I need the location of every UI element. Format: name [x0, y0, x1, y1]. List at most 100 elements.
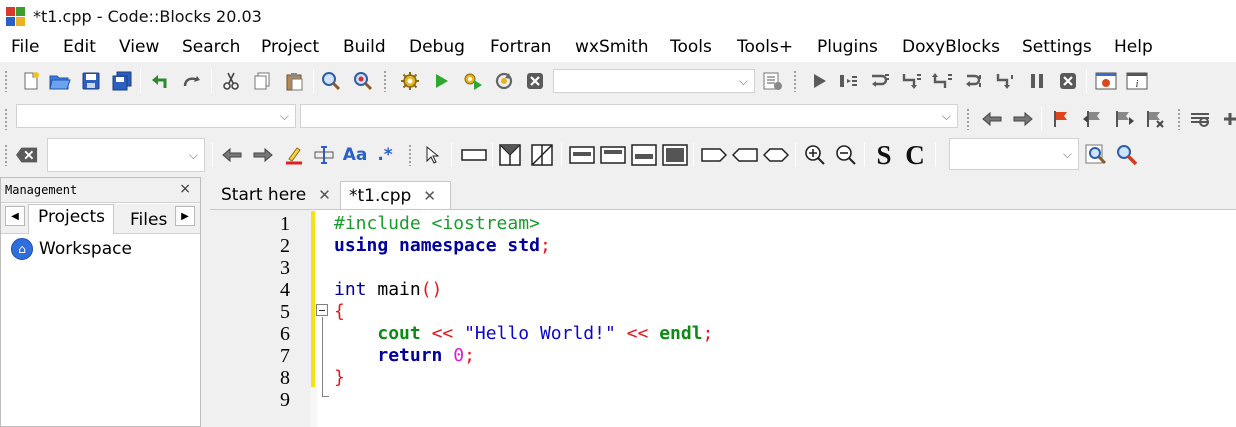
highlight-icon[interactable]	[283, 144, 305, 166]
layout-1-icon[interactable]	[569, 144, 595, 166]
toolbar-grip[interactable]	[4, 108, 8, 130]
settings-wrench-icon[interactable]	[1116, 144, 1138, 166]
find-next-icon[interactable]	[252, 144, 274, 166]
jump-forward-icon[interactable]	[1012, 108, 1034, 130]
find-previous-icon[interactable]	[221, 144, 243, 166]
shape-1-icon[interactable]	[701, 144, 727, 166]
match-case-icon[interactable]: Aa	[343, 144, 368, 166]
new-file-icon[interactable]	[20, 70, 42, 92]
strike-s-icon[interactable]: S	[873, 141, 895, 168]
tab-scroll-left-icon[interactable]: ◀	[5, 206, 25, 226]
thread-search-icon[interactable]	[1189, 108, 1211, 130]
layout-4-icon[interactable]	[662, 144, 688, 166]
zoom-in-icon[interactable]	[804, 144, 826, 166]
next-bookmark-icon[interactable]	[1113, 108, 1135, 130]
save-all-icon[interactable]	[111, 70, 133, 92]
menu-settings[interactable]: Settings	[1022, 37, 1092, 57]
shape-3-icon[interactable]	[763, 144, 789, 166]
next-instruction-icon[interactable]	[963, 70, 985, 92]
menu-fortran[interactable]: Fortran	[490, 37, 551, 57]
info-icon[interactable]: i	[1126, 70, 1148, 92]
open-file-icon[interactable]	[49, 70, 71, 92]
code-function-dropdown[interactable]: ⌵	[300, 104, 958, 128]
build-icon[interactable]	[399, 70, 421, 92]
menu-tools-plus[interactable]: Tools+	[737, 37, 793, 57]
management-close-icon[interactable]: ×	[179, 181, 191, 197]
menu-wxsmith[interactable]: wxSmith	[575, 37, 648, 57]
toggle-bookmark-icon[interactable]	[1050, 108, 1072, 130]
code-editor[interactable]: 1 2 3 4 5 6 7 8 9 #include <iostream> us…	[210, 209, 1236, 427]
fold-toggle-icon[interactable]	[316, 304, 328, 316]
tab-scroll-right-icon[interactable]: ▶	[175, 206, 195, 226]
selected-text-icon[interactable]	[313, 144, 335, 166]
find-icon[interactable]	[320, 70, 342, 92]
menu-tools[interactable]: Tools	[670, 37, 712, 57]
search-icon[interactable]	[1085, 144, 1107, 166]
menu-edit[interactable]: Edit	[63, 37, 96, 57]
save-icon[interactable]	[80, 70, 102, 92]
step-out-icon[interactable]	[932, 70, 954, 92]
redo-icon[interactable]	[181, 70, 203, 92]
clear-bookmarks-icon[interactable]	[1144, 108, 1166, 130]
split-horiz-icon[interactable]	[499, 144, 521, 166]
prev-bookmark-icon[interactable]	[1082, 108, 1104, 130]
next-line-icon[interactable]	[869, 70, 891, 92]
shape-2-icon[interactable]	[732, 144, 758, 166]
paste-icon[interactable]	[283, 70, 305, 92]
toolbar-grip[interactable]	[408, 144, 412, 166]
tab-files[interactable]: Files	[130, 210, 167, 230]
replace-icon[interactable]	[352, 70, 374, 92]
tab-projects[interactable]: Projects	[38, 207, 105, 227]
menu-debug[interactable]: Debug	[409, 37, 465, 57]
menu-project[interactable]: Project	[261, 37, 319, 57]
tab-start-here[interactable]: Start here ✕	[214, 181, 340, 209]
workspace-tree-item[interactable]: ⌂ Workspace	[11, 238, 132, 260]
tab-t1-cpp[interactable]: *t1.cpp ✕	[340, 181, 451, 209]
regex-icon[interactable]: .*	[374, 144, 396, 166]
step-into-instruction-icon[interactable]	[995, 70, 1017, 92]
c-icon[interactable]: C	[904, 141, 926, 168]
build-target-dropdown[interactable]: ⌵	[553, 69, 755, 93]
step-into-icon[interactable]	[901, 70, 923, 92]
menu-file[interactable]: File	[11, 37, 39, 57]
toolbar-grip[interactable]	[793, 70, 797, 92]
search-scope-dropdown[interactable]: ⌵	[949, 138, 1079, 170]
run-icon[interactable]	[430, 70, 452, 92]
jump-back-icon[interactable]	[981, 108, 1003, 130]
menu-build[interactable]: Build	[343, 37, 386, 57]
close-icon[interactable]: ✕	[423, 187, 436, 205]
layout-3-icon[interactable]	[631, 144, 657, 166]
toolbar-grip[interactable]	[383, 70, 387, 92]
rectangle-icon[interactable]	[461, 144, 487, 166]
abort-icon[interactable]	[524, 70, 546, 92]
break-debugger-icon[interactable]	[1026, 70, 1048, 92]
clear-search-icon[interactable]	[16, 144, 38, 166]
toolbar-grip[interactable]	[4, 144, 8, 166]
menu-help[interactable]: Help	[1114, 37, 1153, 57]
build-and-run-icon[interactable]	[462, 70, 484, 92]
toolbar-grip[interactable]	[1177, 108, 1181, 130]
stop-debugger-icon[interactable]	[1057, 70, 1079, 92]
panel-splitter[interactable]	[201, 177, 210, 427]
copy-icon[interactable]	[251, 70, 273, 92]
menu-plugins[interactable]: Plugins	[817, 37, 878, 57]
search-text-dropdown[interactable]: ⌵	[47, 138, 205, 172]
run-to-cursor-icon[interactable]	[838, 70, 860, 92]
layout-2-icon[interactable]	[600, 144, 626, 166]
debug-run-icon[interactable]	[808, 70, 830, 92]
debugging-windows-icon[interactable]	[1095, 70, 1117, 92]
menu-doxyblocks[interactable]: DoxyBlocks	[902, 37, 1000, 57]
pointer-icon[interactable]	[421, 144, 443, 166]
toolbar-grip[interactable]	[966, 108, 970, 130]
show-select-target-icon[interactable]	[762, 70, 784, 92]
undo-icon[interactable]	[149, 70, 171, 92]
close-icon[interactable]: ✕	[318, 186, 331, 204]
rebuild-icon[interactable]	[493, 70, 515, 92]
menu-view[interactable]: View	[119, 37, 159, 57]
cut-icon[interactable]	[220, 70, 242, 92]
split-diag-icon[interactable]	[531, 144, 553, 166]
zoom-out-icon[interactable]	[835, 144, 857, 166]
menu-search[interactable]: Search	[182, 37, 240, 57]
toolbar-grip[interactable]	[4, 70, 8, 92]
more-toolbar-icon[interactable]	[1219, 108, 1236, 130]
